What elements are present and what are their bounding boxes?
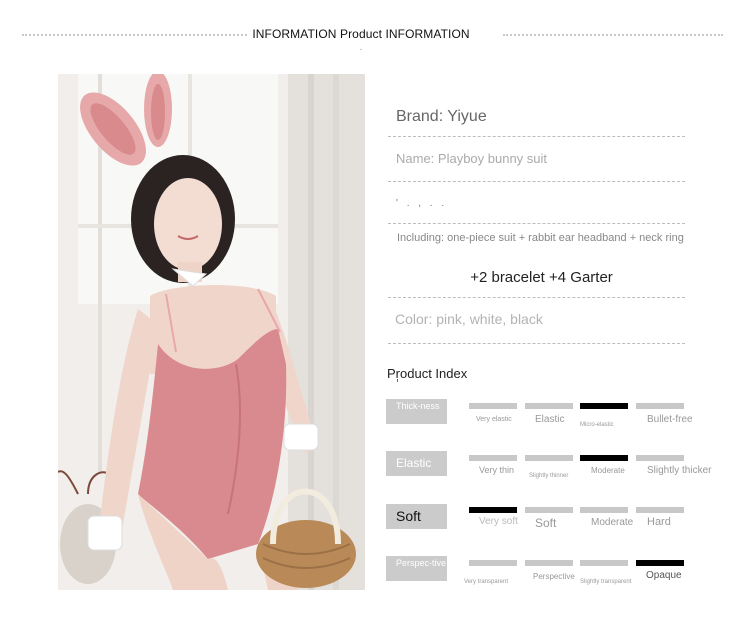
index-bar [525,507,573,513]
index-label-text: Elastic [396,456,432,470]
color-text: Color: pink, white, black [395,311,543,327]
index-bar [525,560,573,566]
brand-text: Brand: Yiyue [396,108,487,125]
index-option: Hard [647,516,671,528]
index-bar-selected [580,455,628,461]
index-bar [636,455,684,461]
index-bar [636,507,684,513]
name-text: Name: Playboy bunny suit [396,151,548,166]
index-option: Bullet-free [647,414,693,425]
index-label-text: Thick-ness [396,401,440,411]
index-option: Micro-elastic [580,422,614,428]
accessories-text: +2 bracelet +4 Garter [470,269,613,286]
section-title-right: INFORMATION [385,27,470,41]
title-mark [397,379,401,382]
index-label-text: Soft [396,508,421,524]
index-label-perspective: Perspec-tive [386,556,447,581]
section-title-left: INFORMATION [252,27,337,41]
index-option: Elastic [535,414,565,425]
index-option: Perspective [533,572,575,581]
index-bar-selected [469,507,517,513]
index-option: Slightly thinner [529,473,569,479]
index-option: Soft [535,516,557,530]
index-bar [469,455,517,461]
index-label-thickness: Thick-ness [386,399,447,424]
index-label-elastic: Elastic [386,451,447,476]
index-option: Very transparent [464,579,509,585]
index-label-soft: Soft [386,504,447,529]
header-divider-right [503,34,723,36]
index-bar [580,560,628,566]
index-option: Very soft [479,516,518,527]
including-text: Including: one-piece suit + rabbit ear h… [397,232,684,244]
index-bar-selected [636,560,684,566]
index-bar [469,560,517,566]
index-option: Slightly thicker [647,465,712,476]
index-bar [525,403,573,409]
product-index-title: Product Index [387,366,468,381]
index-option: Moderate [591,466,625,475]
index-bar [636,403,684,409]
index-option: Slightly transparent [580,579,632,585]
index-bar [525,455,573,461]
index-bar [580,507,628,513]
faded-text: ' . , . . [396,198,448,209]
index-bar-selected [580,403,628,409]
product-photo [58,74,365,590]
index-option: Opaque [646,570,682,581]
divider [388,343,685,344]
divider [388,136,685,137]
divider [388,223,685,224]
header-divider-left [22,34,247,36]
index-option: Very elastic [476,416,512,423]
section-title-dot: · [359,44,363,55]
index-bar [469,403,517,409]
index-option: Very thin [479,465,515,475]
divider [388,181,685,182]
divider [388,297,685,298]
section-title: INFORMATION Product INFORMATION · [250,27,472,55]
index-option: Moderate [591,517,634,528]
index-label-text: Perspec-tive [396,558,447,568]
section-title-mid: Product [339,27,383,41]
